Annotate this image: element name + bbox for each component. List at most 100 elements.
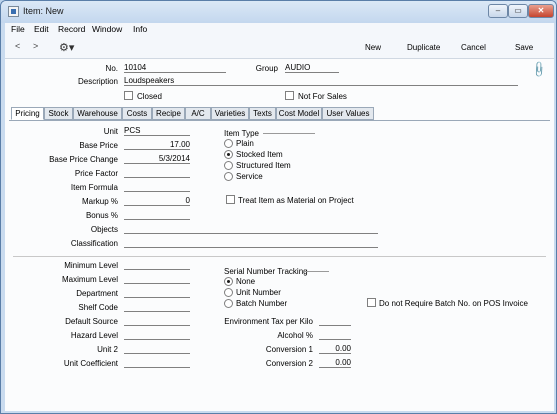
duplicate-button[interactable]: Duplicate [407,43,440,52]
price-factor-label: Price Factor [74,169,118,178]
conversion1-field[interactable]: 0.00 [319,344,351,354]
default-source-label: Default Source [65,317,118,326]
previous-record-icon[interactable]: < [15,41,20,51]
unit2-field[interactable] [124,344,190,354]
menu-edit[interactable]: Edit [34,24,49,34]
bonus-field[interactable] [124,210,190,220]
alcohol-label: Alcohol % [277,331,313,340]
default-source-field[interactable] [124,316,190,326]
classification-field[interactable] [124,238,378,248]
item-window: Item: New – ▭ ✕ File Edit Record Window … [0,0,557,414]
no-batch-checkbox[interactable] [367,298,376,307]
serial-unit-number-label: Unit Number [236,288,281,297]
section-divider [13,256,546,257]
serial-unit-number-radio[interactable] [224,288,233,297]
base-price-field[interactable]: 17.00 [124,140,190,150]
item-type-label: Item Type [224,129,259,138]
base-price-change-field[interactable]: 5/3/2014 [124,154,190,164]
tab-user-values[interactable]: User Values [322,107,374,120]
tab-pricing[interactable]: Pricing [11,107,44,120]
markup-field[interactable]: 0 [124,196,190,206]
description-field[interactable]: Loudspeakers [124,76,518,86]
item-type-plain-radio[interactable] [224,139,233,148]
conversion2-field[interactable]: 0.00 [319,358,351,368]
next-record-icon[interactable]: > [33,41,38,51]
item-type-service-label: Service [236,172,263,181]
group-field[interactable]: AUDIO [285,63,339,73]
serial-none-radio[interactable] [224,277,233,286]
menu-window[interactable]: Window [92,24,122,34]
no-batch-label: Do not Require Batch No. on POS Invoice [379,299,528,308]
tab-cost-model[interactable]: Cost Model [276,107,322,120]
minimum-level-label: Minimum Level [64,261,118,270]
cancel-button[interactable]: Cancel [461,43,486,52]
window-title: Item: New [23,6,64,16]
item-formula-field[interactable] [124,182,190,192]
markup-label: Markup % [81,197,118,206]
department-label: Department [76,289,118,298]
item-type-structured-radio[interactable] [224,161,233,170]
record-form: No. 10104 Group AUDIO 📎 Description Loud… [5,59,554,411]
maximum-level-field[interactable] [124,274,190,284]
new-button[interactable]: New [365,43,381,52]
menu-file[interactable]: File [11,24,25,34]
classification-label: Classification [70,239,118,248]
shelf-code-field[interactable] [124,302,190,312]
serial-tracking-label: Serial Number Tracking [224,267,308,276]
tab-costs[interactable]: Costs [122,107,152,120]
no-field[interactable]: 10104 [124,63,226,73]
toolbar: < > ⚙▾ New Duplicate Cancel Save [5,37,554,59]
closed-checkbox[interactable] [124,91,133,100]
conversion1-label: Conversion 1 [265,345,313,354]
description-label: Description [77,77,118,86]
hazard-level-field[interactable] [124,330,190,340]
save-button[interactable]: Save [515,43,533,52]
objects-label: Objects [90,225,118,234]
menu-info[interactable]: Info [133,24,147,34]
alcohol-field[interactable] [319,330,351,340]
hazard-level-label: Hazard Level [70,331,118,340]
unit-coefficient-label: Unit Coefficient [63,359,118,368]
closed-label: Closed [137,92,162,101]
tab-recipe[interactable]: Recipe [152,107,185,120]
item-type-stocked-label: Stocked Item [236,150,283,159]
tab-warehouse[interactable]: Warehouse [73,107,122,120]
minimum-level-field[interactable] [124,260,190,270]
env-tax-field[interactable] [319,316,351,326]
price-factor-field[interactable] [124,168,190,178]
minimize-button[interactable]: – [488,4,508,18]
tab-stock[interactable]: Stock [44,107,73,120]
item-type-stocked-radio[interactable] [224,150,233,159]
serial-tracking-rule [303,271,329,272]
item-type-service-radio[interactable] [224,172,233,181]
objects-field[interactable] [124,224,378,234]
tab-texts[interactable]: Texts [249,107,276,120]
tab-varieties[interactable]: Varieties [211,107,249,120]
base-price-change-label: Base Price Change [49,155,118,164]
unit-coefficient-field[interactable] [124,358,190,368]
tab-ac[interactable]: A/C [185,107,211,120]
title-bar: Item: New – ▭ ✕ [1,1,556,23]
item-type-rule [263,133,315,134]
conversion2-label: Conversion 2 [265,359,313,368]
maximize-button[interactable]: ▭ [508,4,528,18]
serial-batch-number-radio[interactable] [224,299,233,308]
env-tax-label: Environment Tax per Kilo [224,317,313,326]
base-price-label: Base Price [79,141,118,150]
unit2-label: Unit 2 [97,345,118,354]
bonus-label: Bonus % [85,211,118,220]
no-label: No. [105,64,118,73]
unit-field[interactable]: PCS [124,126,190,136]
not-for-sales-label: Not For Sales [298,92,347,101]
treat-as-material-checkbox[interactable] [226,195,235,204]
menu-record[interactable]: Record [58,24,85,34]
close-button[interactable]: ✕ [528,4,554,18]
serial-none-label: None [236,277,256,286]
serial-batch-number-label: Batch Number [236,299,288,308]
not-for-sales-checkbox[interactable] [285,91,294,100]
attachment-icon[interactable]: 📎 [529,60,548,79]
department-field[interactable] [124,288,190,298]
gear-icon[interactable]: ⚙▾ [59,41,74,54]
maximum-level-label: Maximum Level [61,275,118,284]
unit-label: Unit [103,127,118,136]
